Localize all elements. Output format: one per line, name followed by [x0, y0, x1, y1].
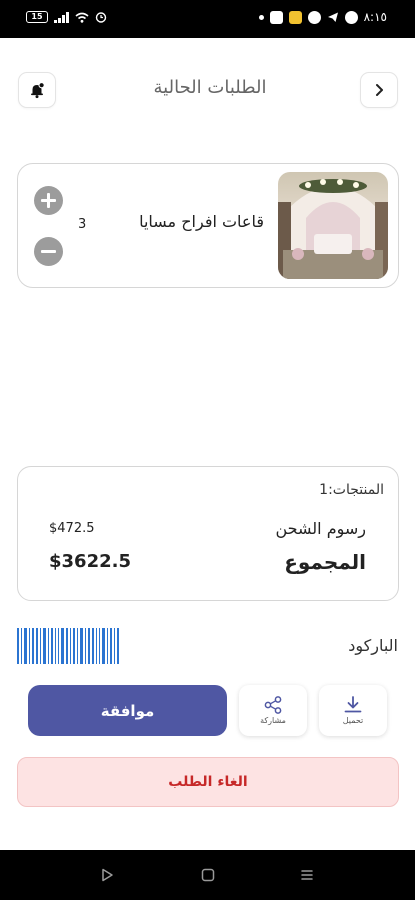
barcode-bar — [43, 628, 46, 664]
total-value: $3622.5 — [49, 551, 131, 572]
download-icon — [344, 696, 362, 713]
share-label: مشاركة — [260, 716, 286, 725]
barcode-bar — [77, 628, 78, 664]
signal-icon — [54, 11, 69, 23]
whatsapp-icon — [344, 10, 358, 24]
barcode-bar — [32, 628, 34, 664]
barcode-bar — [36, 628, 38, 664]
barcode-bar — [102, 628, 105, 664]
barcode-bar — [24, 628, 27, 664]
status-bar: 15 ٨:١٥ — [0, 0, 415, 38]
app-notification-icon — [288, 10, 302, 24]
barcode-bar — [21, 628, 22, 664]
menu-lines-icon — [301, 870, 313, 880]
barcode-bar — [88, 628, 90, 664]
barcode-bar — [29, 628, 30, 664]
share-button[interactable]: مشاركة — [239, 685, 307, 736]
barcode-bar — [51, 628, 53, 664]
shipping-fee-value: $472.5 — [49, 521, 95, 536]
product-image[interactable] — [278, 172, 388, 279]
barcode-bar — [55, 628, 56, 664]
barcode-bar — [110, 628, 112, 664]
increase-quantity-button[interactable] — [34, 186, 63, 215]
download-button[interactable]: تحميل — [319, 685, 387, 736]
youtube-icon — [269, 10, 283, 24]
barcode-image[interactable] — [17, 628, 130, 664]
approve-button[interactable]: موافقة — [28, 685, 227, 736]
barcode-label: الباركود — [348, 636, 398, 655]
barcode-bar — [73, 628, 75, 664]
barcode-bar — [114, 628, 115, 664]
products-count: المنتجات:1 — [319, 482, 384, 498]
order-summary-card: المنتجات:1 رسوم الشحن $472.5 المجموع $36… — [17, 466, 399, 601]
back-button[interactable] — [360, 72, 398, 108]
barcode-bar — [61, 628, 64, 664]
notifications-button[interactable] — [18, 72, 56, 108]
system-nav-bar — [0, 850, 415, 900]
chevron-right-icon — [376, 84, 383, 96]
bell-icon — [31, 82, 45, 99]
page-title: الطلبات الحالية — [153, 77, 267, 98]
download-label: تحميل — [342, 716, 364, 725]
barcode-bar — [80, 628, 83, 664]
barcode-bar — [58, 628, 59, 664]
telegram-icon — [327, 12, 338, 22]
home-nav-button[interactable] — [199, 866, 217, 884]
quantity-value: 3 — [78, 217, 87, 232]
barcode-bar — [99, 628, 100, 664]
shipping-fee-label: رسوم الشحن — [275, 519, 367, 538]
notification-dot-icon — [258, 14, 264, 20]
battery-icon: 15 — [26, 11, 48, 23]
product-card: 3 قاعات افراح مسايا — [17, 163, 399, 288]
total-label: المجموع — [284, 550, 366, 574]
decrease-quantity-button[interactable] — [34, 237, 63, 266]
clock: ٨:١٥ — [363, 10, 387, 24]
alarm-icon — [95, 12, 106, 23]
wifi-icon — [74, 12, 89, 23]
back-nav-button[interactable] — [98, 866, 116, 884]
barcode-bar — [107, 628, 108, 664]
barcode-bar — [48, 628, 49, 664]
barcode-bar — [40, 628, 41, 664]
barcode-bar — [66, 628, 68, 664]
product-name: قاعات افراح مسايا — [139, 212, 264, 231]
barcode-bar — [96, 628, 97, 664]
barcode-bar — [92, 628, 94, 664]
share-icon — [264, 696, 282, 714]
barcode-bar — [17, 628, 19, 664]
recents-nav-button[interactable] — [298, 866, 316, 884]
barcode-bar — [70, 628, 71, 664]
home-square-icon — [201, 868, 215, 882]
battery-level: 15 — [31, 12, 43, 21]
triangle-back-icon — [102, 868, 113, 882]
barcode-bar — [85, 628, 86, 664]
barcode-bar — [117, 628, 119, 664]
cancel-order-button[interactable]: الغاء الطلب — [17, 757, 399, 807]
snapchat-icon — [307, 10, 321, 24]
